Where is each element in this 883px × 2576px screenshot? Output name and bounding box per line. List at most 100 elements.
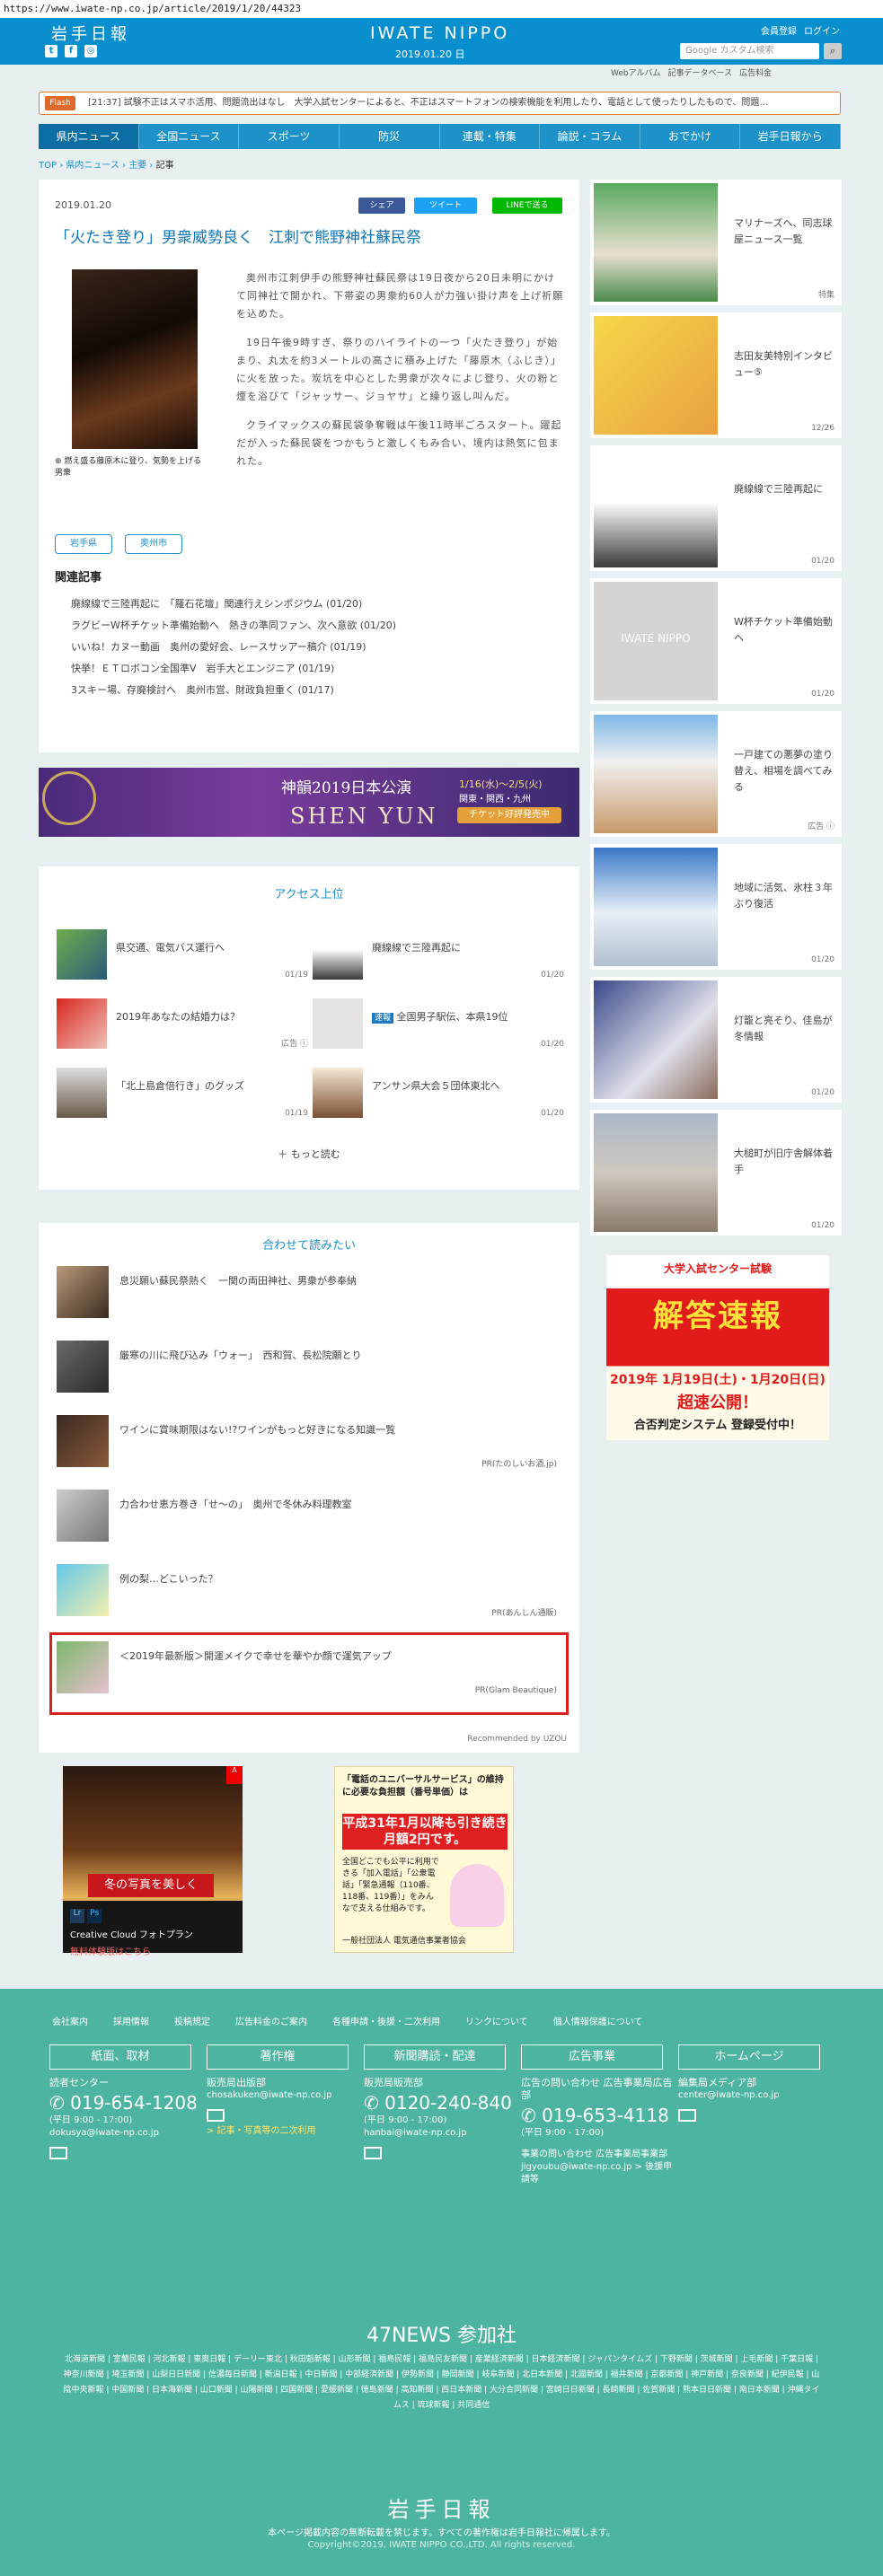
site-footer: 会社案内 採用情報 投稿規定 広告料金のご案内 各種申請・後援・二次利用 リンク… (0, 1989, 883, 2576)
sidebar-item[interactable]: 地域に活気、氷柱３年ぶり復活 01/20 (590, 844, 842, 970)
info-icon[interactable]: ⓘ (300, 1040, 308, 1049)
ad-cta-button[interactable]: チケット好評発売中 (457, 807, 561, 823)
zoom-icon[interactable]: ⊕ (55, 457, 64, 466)
sidebar-item[interactable]: 大槌町が旧庁舎解体着手 01/20 (590, 1110, 842, 1235)
footer-links: 会社案内 採用情報 投稿規定 広告料金のご案内 各種申請・後援・二次利用 リンク… (52, 2014, 642, 2027)
contact-email[interactable]: hanbai@iwate-np.co.jp (364, 2127, 517, 2140)
center-logo[interactable]: IWATE NIPPO (370, 23, 509, 43)
sidebar-item[interactable]: 志田友美特別インタビュー⑤ 12/26 (590, 312, 842, 438)
subnav-webalbum[interactable]: Webアルバム (611, 66, 661, 78)
footer-section-button[interactable]: ホームページ (678, 2044, 820, 2070)
universal-service-ad[interactable]: 「電話のユニバーサルサービス」の維持に必要な負担額（番号単価）は 平成31年1月… (334, 1766, 514, 1953)
member-register-link[interactable]: 会員登録 (761, 23, 797, 37)
footer-link[interactable]: 広告料金のご案内 (235, 2014, 307, 2027)
footer-section-button[interactable]: 紙面、取材 (49, 2044, 191, 2070)
contact-email[interactable]: dokusya@iwate-np.co.jp (49, 2127, 202, 2140)
breadcrumb-top[interactable]: TOP (39, 161, 57, 171)
login-link[interactable]: ログイン (804, 23, 840, 37)
breadcrumb-main[interactable]: 主要 (128, 161, 146, 171)
exam-answers-ad[interactable]: 大学入試センター試験 解答速報 2019年 1月19日(土)・1月20日(日) … (606, 1255, 829, 1440)
subnav-adrates[interactable]: 広告料金 (739, 66, 772, 78)
footer-section-button[interactable]: 著作権 (207, 2044, 349, 2070)
tweet-button[interactable]: ツイート (414, 198, 477, 214)
mail-icon[interactable] (364, 2147, 382, 2159)
flash-text[interactable]: [21:37] 試験不正はスマホ活用、問題流出はなし 大学入試センターによると、… (88, 92, 834, 114)
recommend-item[interactable]: 力合わせ恵方巻き「せ～の」 奥州で冬休み料理教室 (57, 1482, 564, 1547)
shenyun-ad-banner[interactable]: 神韻2019日本公演 SHEN YUN 1/16(水)～2/5(火) 関東・関西… (39, 768, 579, 837)
search-input[interactable]: Google カスタム検索 (680, 43, 819, 59)
secondary-use-link[interactable]: > 記事・写真等の二次利用 (207, 2125, 359, 2138)
adobe-ad[interactable]: A 冬の写真を美しく Lr Ps Creative Cloud フォトプラン 無… (63, 1766, 243, 1957)
nav-item-sports[interactable]: スポーツ (239, 124, 340, 149)
recommend-item[interactable]: 例の梨…どこいった？ PR(あんしん通販) (57, 1557, 564, 1622)
footer-link[interactable]: 各種申請・後援・二次利用 (332, 2014, 440, 2027)
phone-number[interactable]: ✆ 0120-240-840 (364, 2091, 517, 2114)
breadcrumb-prefecture-news[interactable]: 県内ニュース (66, 161, 119, 171)
related-link[interactable]: いいね！カヌー動画 奥州の愛好会、レースサッアー稿介 (01/19) (71, 637, 396, 658)
footer-link[interactable]: 会社案内 (52, 2014, 88, 2027)
contact-email[interactable]: chosakuken@iwate-np.co.jp (207, 2089, 359, 2102)
footer-section-button[interactable]: 新聞購読・配達 (364, 2044, 506, 2070)
recommend-item[interactable]: 息災願い蘇民祭熱く 一関の両田神社、男衆が参奉納 (57, 1259, 564, 1323)
line-share-button[interactable]: LINEで送る (492, 198, 562, 214)
related-link[interactable]: ラグビーW杯チケット準備始動へ 熱きの準同ファン、次へ意欲 (01/20) (71, 615, 396, 637)
facebook-icon[interactable]: f (65, 45, 77, 57)
footer-link[interactable]: 個人情報保護について (553, 2014, 643, 2027)
read-more-button[interactable]: ＋ もっと読む (39, 1147, 579, 1161)
footer-link[interactable]: 採用情報 (113, 2014, 149, 2027)
related-link[interactable]: 3スキー場、存廃検討へ 奥州市営、財政負担重く (01/17) (71, 680, 396, 701)
recommended-by-label[interactable]: Recommended by UZOU (467, 1735, 567, 1744)
footer-section-button[interactable]: 広告事業 (521, 2044, 663, 2070)
contact-email[interactable]: center@iwate-np.co.jp (678, 2089, 831, 2102)
tag-iwate[interactable]: 岩手県 (55, 534, 112, 554)
footer-link[interactable]: リンクについて (465, 2014, 528, 2027)
sidebar-item[interactable]: IWATE NIPPO W杯チケット準備始動へ 01/20 (590, 578, 842, 704)
nav-item-disaster[interactable]: 防災 (340, 124, 440, 149)
nav-item-from-nippo[interactable]: 岩手日報から (740, 124, 841, 149)
ranking-item[interactable]: 速報 全国男子駅伝、本県19位 01/20 (313, 998, 564, 1052)
sidebar-item[interactable]: 廃線線で三陸再起に 01/20 (590, 445, 842, 571)
ranking-item[interactable]: 2019年あなたの結婚力は？ 広告 ⓘ (57, 998, 308, 1052)
address-bar[interactable]: https://www.iwate-np.co.jp/article/2019/… (0, 0, 883, 18)
nav-item-prefecture-news[interactable]: 県内ニュース (39, 124, 139, 149)
ranking-item[interactable]: アンサン県大会５団体東北へ 01/20 (313, 1068, 564, 1121)
nav-item-national-news[interactable]: 全国ニュース (139, 124, 240, 149)
search-button[interactable]: ⌕ (824, 43, 842, 59)
nav-item-columns[interactable]: 論説・コラム (540, 124, 640, 149)
tag-oshu[interactable]: 奥州市 (125, 534, 182, 554)
ranking-item[interactable]: 「北上島倉倍行き」のグッズ 01/19 (57, 1068, 308, 1121)
instagram-icon[interactable]: ◎ (84, 45, 97, 57)
sidebar-title: 灯籠と亮そり、佳島が冬情報 (734, 1015, 833, 1042)
recommend-item[interactable]: ワインに賞味期限はない!?ワインがもっと好きになる知識一覧 PR(たのしいお酒.… (57, 1408, 564, 1473)
mail-icon[interactable] (49, 2147, 67, 2159)
facebook-share-button[interactable]: シェア (358, 198, 405, 214)
recommend-item[interactable]: 厳寒の川に飛び込み「ウォー」 西和賀、長松院願とり (57, 1333, 564, 1398)
article-photo[interactable] (72, 269, 198, 449)
sidebar-item[interactable]: 灯籠と亮そり、佳島が冬情報 01/20 (590, 977, 842, 1103)
ad-cta-button[interactable]: 無料体験版はこちら (70, 1944, 235, 1957)
phone-number[interactable]: ✆ 019-654-1208 (49, 2091, 202, 2114)
related-link[interactable]: 快挙！ＥＴロボコン全国準Ⅴ 岩手大とエンジニア (01/19) (71, 658, 396, 680)
mail-icon[interactable] (678, 2109, 696, 2122)
photo-caption: ⊕ 燃え盛る藤原木に登り、気勢を上げる男衆 (55, 457, 202, 478)
member-papers-list[interactable]: 北海道新聞 | 室蘭民報 | 河北新報 | 東奥日報 | デーリー東北 | 秋田… (63, 2352, 820, 2413)
phone-number[interactable]: ✆ 019-653-4118 (521, 2104, 674, 2127)
footer-logo[interactable]: 岩手日報 (0, 2492, 883, 2523)
subnav-database[interactable]: 記事データベース (668, 66, 733, 78)
nav-item-outings[interactable]: おでかけ (640, 124, 741, 149)
nav-item-features[interactable]: 連載・特集 (440, 124, 541, 149)
twitter-icon[interactable]: t (45, 45, 57, 57)
footer-link[interactable]: 投稿規定 (174, 2014, 210, 2027)
ranking-item[interactable]: 県交通、電気バス運行へ 01/19 (57, 929, 308, 983)
sidebar-item[interactable]: 一戸建ての悪夢の塗り替え、相場を調べてみる 広告 ⓘ (590, 711, 842, 837)
ranking-item[interactable]: 廃線線で三陸再起に 01/20 (313, 929, 564, 983)
contact-extra[interactable]: 事業の問い合わせ 広告事業局事業部 jigyoubu@iwate-np.co.j… (521, 2149, 674, 2186)
info-icon[interactable]: ⓘ (826, 822, 834, 831)
site-logo[interactable]: 岩手日報 (51, 22, 130, 45)
recommend-title: 息災願い蘇民祭熱く 一関の両田神社、男衆が参奉納 (119, 1275, 357, 1287)
mail-icon[interactable] (207, 2109, 225, 2122)
sidebar-item[interactable]: マリナーズへ、同志球屋ニュース一覧 特集 (590, 180, 842, 305)
recommend-item[interactable]: ＜2019年最新版＞開運メイクで幸せを華やか顔で運気アップ PR(Glam Be… (57, 1634, 564, 1699)
news47-heading: 47NEWS 参加社 (366, 2325, 517, 2347)
related-link[interactable]: 廃線線で三陸再起に 「羅石花壇」関連行えシンポジウム (01/20) (71, 593, 396, 615)
